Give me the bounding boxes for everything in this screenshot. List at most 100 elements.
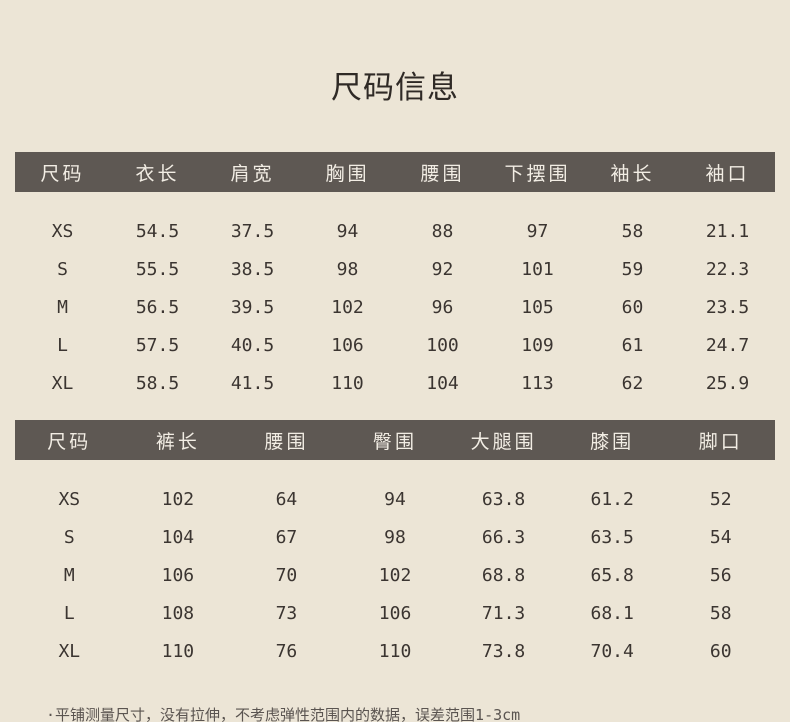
- measurement-cell: 92: [431, 258, 454, 280]
- measurement-cell: 104: [426, 372, 459, 394]
- bottom-header-waist: 腰围: [264, 430, 309, 453]
- measurement-cell: 98: [336, 258, 359, 280]
- bottom-table-header: 尺码 裤长 腰围 臀围 大腿围 膝围 脚口: [15, 420, 775, 460]
- table-row: XS 54.5 37.5 94 88 97 58 21.1: [15, 212, 775, 250]
- measurement-cell: 109: [521, 334, 554, 356]
- table-row: M 56.5 39.5 102 96 105 60 23.5: [15, 288, 775, 326]
- measurement-cell: 22.3: [705, 258, 750, 280]
- measurement-cell: 102: [378, 564, 412, 586]
- measurement-cell: 37.5: [230, 220, 275, 242]
- measurement-cell: 110: [161, 640, 195, 662]
- top-header-size: 尺码: [40, 162, 85, 185]
- top-header-sleeve-length: 袖长: [610, 162, 655, 185]
- measurement-cell: 63.8: [481, 488, 526, 510]
- measurement-cell: 105: [521, 296, 554, 318]
- table-row: S 104 67 98 66.3 63.5 54: [15, 518, 775, 556]
- table-row: XS 102 64 94 63.8 61.2 52: [15, 480, 775, 518]
- measurement-cell: 70: [275, 564, 298, 586]
- measurement-cell: 98: [384, 526, 406, 548]
- measurement-cell: 106: [161, 564, 195, 586]
- measurement-cell: 64: [275, 488, 298, 510]
- measurement-cell: 97: [526, 220, 549, 242]
- measurement-cell: 40.5: [230, 334, 275, 356]
- measurement-cell: 56: [709, 564, 732, 586]
- table-row: M 106 70 102 68.8 65.8 56: [15, 556, 775, 594]
- measurement-cell: 101: [521, 258, 554, 280]
- table-row: XL 110 76 110 73.8 70.4 60: [15, 632, 775, 670]
- size-label-cell: XL: [58, 640, 81, 662]
- top-header-cuff: 袖口: [705, 162, 750, 185]
- measurement-cell: 110: [331, 372, 364, 394]
- measurement-cell: 71.3: [481, 602, 526, 624]
- measurement-cell: 106: [331, 334, 364, 356]
- measurement-cell: 60: [709, 640, 732, 662]
- measurement-cell: 108: [161, 602, 195, 624]
- top-header-length: 衣长: [135, 162, 180, 185]
- measurement-cell: 60: [621, 296, 644, 318]
- size-label-cell: S: [63, 526, 75, 548]
- bottom-header-size: 尺码: [47, 430, 92, 453]
- table-row: S 55.5 38.5 98 92 101 59 22.3: [15, 250, 775, 288]
- measurement-cell: 65.8: [590, 564, 634, 586]
- bottom-header-hip: 臀围: [373, 430, 418, 453]
- measurement-cell: 68.8: [481, 564, 526, 586]
- size-label-cell: L: [57, 334, 68, 356]
- measurement-cell: 57.5: [135, 334, 180, 356]
- measurement-cell: 23.5: [705, 296, 750, 318]
- table-row: XL 58.5 41.5 110 104 113 62 25.9: [15, 364, 775, 402]
- measurement-cell: 68.1: [590, 602, 634, 624]
- size-label-cell: L: [63, 602, 75, 624]
- measurement-cell: 58.5: [135, 372, 180, 394]
- measurement-cell: 56.5: [135, 296, 180, 318]
- measurement-cell: 38.5: [230, 258, 275, 280]
- measurement-cell: 61.2: [590, 488, 634, 510]
- measurement-cell: 110: [378, 640, 412, 662]
- size-label-cell: XL: [51, 372, 74, 394]
- measurement-cell: 21.1: [705, 220, 750, 242]
- size-label-cell: S: [57, 258, 68, 280]
- bottom-header-pant-length: 裤长: [155, 430, 200, 453]
- bottom-header-leg-opening: 脚口: [698, 430, 743, 453]
- measurement-cell: 58: [621, 220, 644, 242]
- measurement-cell: 52: [709, 488, 732, 510]
- size-label-cell: XS: [58, 488, 81, 510]
- measurement-note: ·平铺测量尺寸，没有拉伸，不考虑弹性范围内的数据，误差范围1-3cm: [46, 706, 521, 722]
- measurement-cell: 73.8: [481, 640, 526, 662]
- size-label-cell: M: [63, 564, 75, 586]
- measurement-cell: 54.5: [135, 220, 180, 242]
- measurement-cell: 41.5: [230, 372, 275, 394]
- measurement-cell: 106: [378, 602, 412, 624]
- size-label-cell: M: [57, 296, 68, 318]
- table-row: L 57.5 40.5 106 100 109 61 24.7: [15, 326, 775, 364]
- top-header-chest: 胸围: [325, 162, 370, 185]
- top-header-shoulder: 肩宽: [230, 162, 275, 185]
- page-title: 尺码信息: [331, 70, 459, 106]
- measurement-cell: 58: [709, 602, 732, 624]
- measurement-cell: 70.4: [590, 640, 634, 662]
- measurement-cell: 59: [621, 258, 644, 280]
- measurement-cell: 94: [384, 488, 406, 510]
- measurement-cell: 63.5: [590, 526, 634, 548]
- top-table-header: 尺码 衣长 肩宽 胸围 腰围 下摆围 袖长 袖口: [15, 152, 775, 192]
- measurement-cell: 104: [161, 526, 195, 548]
- measurement-cell: 73: [275, 602, 298, 624]
- top-table-body: XS 54.5 37.5 94 88 97 58 21.1 S 55.5 38.5 98 92 101 59…: [15, 212, 775, 402]
- measurement-cell: 100: [426, 334, 459, 356]
- measurement-cell: 102: [161, 488, 195, 510]
- measurement-cell: 39.5: [230, 296, 275, 318]
- top-header-hem: 下摆围: [504, 162, 571, 185]
- measurement-cell: 24.7: [705, 334, 750, 356]
- top-header-waist: 腰围: [420, 162, 465, 185]
- measurement-cell: 96: [431, 296, 454, 318]
- bottom-table-body: XS 102 64 94 63.8 61.2 52 S 104 67 98 66.3 63.5 54 M 10…: [15, 480, 775, 670]
- measurement-cell: 66.3: [481, 526, 526, 548]
- measurement-cell: 25.9: [705, 372, 750, 394]
- measurement-cell: 62: [621, 372, 644, 394]
- measurement-cell: 88: [431, 220, 454, 242]
- bottom-header-thigh: 大腿围: [470, 430, 537, 453]
- bottom-header-knee: 膝围: [590, 430, 635, 453]
- measurement-cell: 76: [275, 640, 298, 662]
- measurement-cell: 54: [709, 526, 732, 548]
- measurement-cell: 102: [331, 296, 364, 318]
- measurement-cell: 67: [275, 526, 298, 548]
